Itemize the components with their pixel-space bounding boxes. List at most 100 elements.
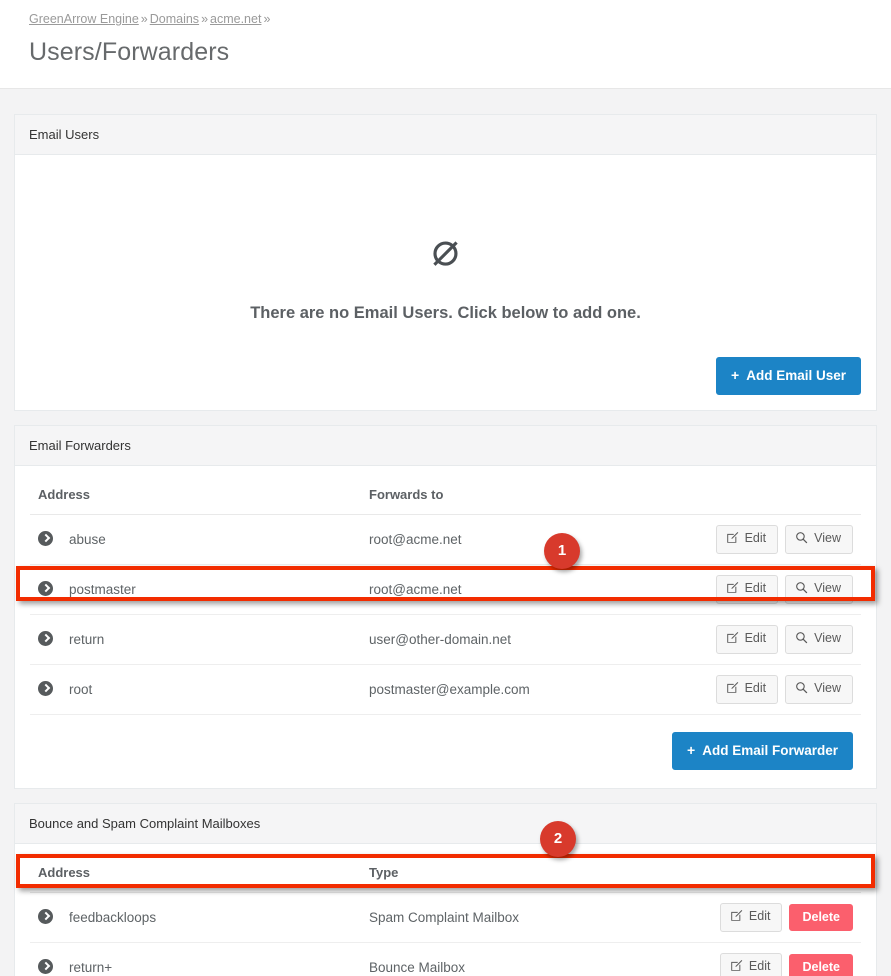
column-header-address: Address xyxy=(30,480,361,515)
pencil-square-icon xyxy=(726,581,739,598)
cell-forwards-to: postmaster@example.com xyxy=(361,664,629,715)
add-email-forwarder-button[interactable]: + Add Email Forwarder xyxy=(672,732,853,770)
view-label: View xyxy=(814,581,841,595)
annotation-badge-1: 1 xyxy=(544,533,580,569)
edit-button[interactable]: Edit xyxy=(715,675,779,704)
magnifying-glass-icon xyxy=(795,631,808,648)
mailboxes-panel-body: Address Type feedbackloops Spam Complain… xyxy=(15,844,876,976)
email-users-panel-title: Email Users xyxy=(15,115,876,155)
view-label: View xyxy=(814,631,841,645)
edit-label: Edit xyxy=(748,909,771,923)
expand-cell xyxy=(30,514,61,565)
breadcrumb-separator: » xyxy=(140,12,148,26)
expand-row-icon[interactable] xyxy=(38,580,53,596)
cell-type: Spam Complaint Mailbox xyxy=(361,892,625,943)
breadcrumb-item-acme-net[interactable]: acme.net xyxy=(210,12,261,26)
page-header: GreenArrow Engine» Domains» acme.net» User… xyxy=(0,0,891,89)
magnifying-glass-icon xyxy=(795,681,808,698)
breadcrumb-item-domains[interactable]: Domains xyxy=(150,12,199,26)
empty-set-icon: ⌀ xyxy=(431,222,460,276)
cell-address: postmaster xyxy=(61,564,361,615)
breadcrumb: GreenArrow Engine» Domains» acme.net» xyxy=(29,11,891,27)
edit-button[interactable]: Edit xyxy=(715,625,779,654)
view-button[interactable]: View xyxy=(785,625,853,654)
email-forwarders-panel-title: Email Forwarders xyxy=(15,426,876,466)
mailboxes-table: Address Type feedbackloops Spam Complain… xyxy=(30,858,861,976)
table-row[interactable]: feedbackloops Spam Complaint Mailbox Edi… xyxy=(30,892,861,943)
cell-actions: Edit View xyxy=(628,564,861,615)
edit-label: Edit xyxy=(744,531,767,545)
edit-label: Edit xyxy=(744,631,767,645)
cell-actions: Edit Delete xyxy=(624,892,861,943)
cell-actions: Edit View xyxy=(628,614,861,665)
pencil-square-icon xyxy=(726,681,739,698)
cell-forwards-to: root@acme.net xyxy=(361,564,629,615)
email-users-panel: Email Users ⌀ There are no Email Users. … xyxy=(14,114,877,411)
column-header-type: Type xyxy=(361,858,861,893)
add-email-forwarder-label: Add Email Forwarder xyxy=(702,743,838,758)
cell-type: Bounce Mailbox xyxy=(361,942,625,976)
expand-row-icon[interactable] xyxy=(38,530,53,546)
view-label: View xyxy=(814,681,841,695)
email-users-empty-text: There are no Email Users. Click below to… xyxy=(250,304,641,322)
table-row[interactable]: abuse root@acme.net Edit View xyxy=(30,514,861,565)
edit-button[interactable]: Edit xyxy=(715,575,779,604)
table-row[interactable]: postmaster root@acme.net Edit View xyxy=(30,564,861,615)
breadcrumb-item-greenarrow-engine[interactable]: GreenArrow Engine xyxy=(29,12,139,26)
mailboxes-panel-title: Bounce and Spam Complaint Mailboxes xyxy=(15,804,876,844)
cell-actions: Edit View xyxy=(628,514,861,565)
add-email-user-label: Add Email User xyxy=(746,368,846,383)
magnifying-glass-icon xyxy=(795,531,808,548)
email-forwarders-panel: Email Forwarders Address Forwards to abu… xyxy=(14,425,877,789)
pencil-square-icon xyxy=(730,909,743,926)
pencil-square-icon xyxy=(726,531,739,548)
table-row[interactable]: return+ Bounce Mailbox Edit Delete xyxy=(30,942,861,976)
email-users-empty-state: ⌀ There are no Email Users. Click below … xyxy=(30,169,861,330)
email-forwarders-table: Address Forwards to abuse root@acme.net … xyxy=(30,480,861,715)
cell-address: abuse xyxy=(61,514,361,565)
expand-cell xyxy=(30,892,61,943)
cell-address: feedbackloops xyxy=(61,892,361,943)
email-forwarders-actions: + Add Email Forwarder xyxy=(30,715,861,773)
cell-forwards-to: root@acme.net xyxy=(361,514,629,565)
table-header-row: Address Forwards to xyxy=(30,480,861,515)
expand-row-icon[interactable] xyxy=(38,630,53,646)
breadcrumb-separator: » xyxy=(263,12,271,26)
page-root: GreenArrow Engine» Domains» acme.net» User… xyxy=(0,0,891,976)
plus-icon: + xyxy=(687,742,696,758)
cell-address: return xyxy=(61,614,361,665)
page-title: Users/Forwarders xyxy=(29,38,230,66)
table-row[interactable]: root postmaster@example.com Edit View xyxy=(30,664,861,715)
expand-row-icon[interactable] xyxy=(38,958,53,974)
delete-button[interactable]: Delete xyxy=(789,954,853,976)
expand-row-icon[interactable] xyxy=(38,680,53,696)
edit-button[interactable]: Edit xyxy=(719,953,783,976)
cell-actions: Edit Delete xyxy=(624,942,861,976)
cell-address: return+ xyxy=(61,942,361,976)
mailboxes-panel: Bounce and Spam Complaint Mailboxes Addr… xyxy=(14,803,877,976)
plus-icon: + xyxy=(731,367,740,383)
delete-button[interactable]: Delete xyxy=(789,904,853,931)
edit-label: Edit xyxy=(744,581,767,595)
expand-row-icon[interactable] xyxy=(38,908,53,924)
email-users-panel-body: ⌀ There are no Email Users. Click below … xyxy=(15,155,876,410)
add-email-user-button[interactable]: + Add Email User xyxy=(716,357,861,395)
cell-forwards-to: user@other-domain.net xyxy=(361,614,629,665)
breadcrumb-separator: » xyxy=(201,12,209,26)
column-header-address: Address xyxy=(30,858,361,893)
expand-cell xyxy=(30,942,61,976)
edit-button[interactable]: Edit xyxy=(719,903,783,932)
view-button[interactable]: View xyxy=(785,675,853,704)
email-users-actions: + Add Email User xyxy=(30,330,861,395)
expand-cell xyxy=(30,664,61,715)
cell-address: root xyxy=(61,664,361,715)
table-row[interactable]: return user@other-domain.net Edit View xyxy=(30,614,861,665)
cell-actions: Edit View xyxy=(628,664,861,715)
pencil-square-icon xyxy=(730,959,743,976)
annotation-badge-2: 2 xyxy=(540,821,576,857)
edit-button[interactable]: Edit xyxy=(715,525,779,554)
column-header-forwards-to: Forwards to xyxy=(361,480,861,515)
view-button[interactable]: View xyxy=(785,575,853,604)
view-button[interactable]: View xyxy=(785,525,853,554)
edit-label: Edit xyxy=(744,681,767,695)
